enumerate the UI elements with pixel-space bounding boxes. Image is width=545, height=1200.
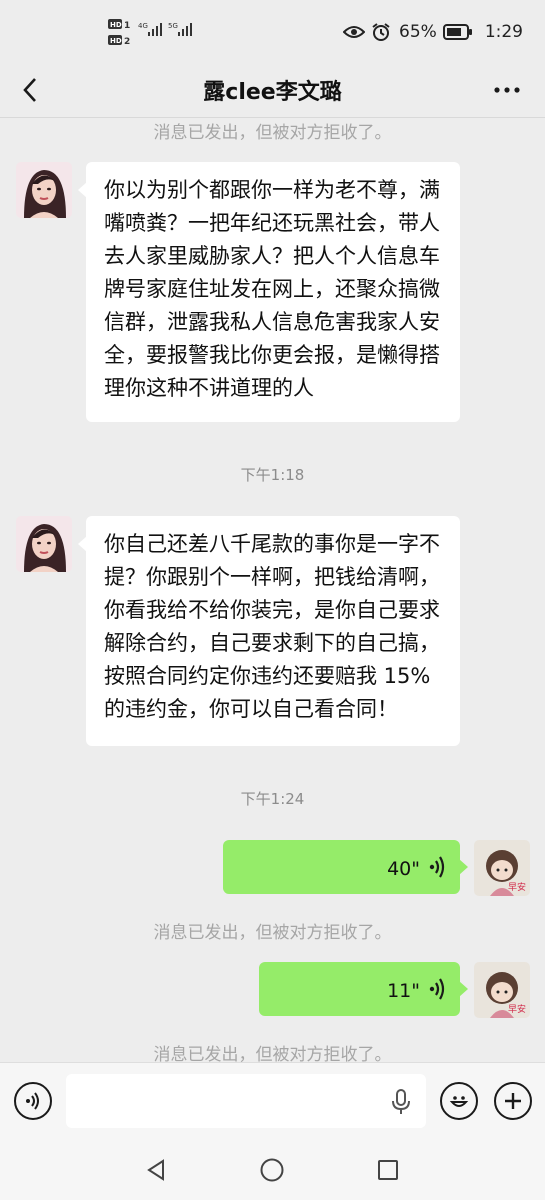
woman-portrait-icon: [16, 162, 72, 218]
woman-portrait-icon: [16, 516, 72, 572]
voice-duration: 11": [387, 980, 420, 1002]
system-recents-button[interactable]: [375, 1157, 401, 1183]
svg-text:HD: HD: [110, 21, 122, 29]
mic-icon[interactable]: [390, 1088, 412, 1116]
chat-area[interactable]: 消息已发出，但被对方拒收了。 你以为别个都跟你一样为老不尊，满嘴喷粪？一把年纪还…: [0, 118, 545, 1062]
chat-header: 露clee李文璐: [0, 62, 545, 118]
battery-icon: [442, 24, 472, 40]
emoji-icon: [449, 1096, 469, 1107]
svg-text:5G: 5G: [168, 22, 178, 30]
svg-text:HD: HD: [110, 37, 122, 45]
voice-message[interactable]: 40": [223, 840, 468, 894]
incoming-message[interactable]: 你以为别个都跟你一样为老不尊，满嘴喷粪？一把年纪还玩黑社会，带人去人家里威胁家人…: [78, 162, 460, 422]
voice-mode-icon: [26, 1092, 39, 1110]
timestamp: 下午1:24: [240, 790, 305, 808]
svg-text:2: 2: [124, 37, 130, 47]
system-home-button[interactable]: [259, 1157, 285, 1183]
input-bar: [0, 1062, 545, 1140]
eye-icon: [343, 26, 366, 38]
svg-text:1: 1: [124, 21, 130, 31]
back-triangle-icon: [147, 1159, 164, 1181]
contact-avatar[interactable]: [16, 516, 72, 572]
status-right: 65% 1:29: [343, 22, 523, 42]
home-circle-icon: [260, 1158, 284, 1182]
signal-icon: HD 1 HD 2 4G 5G: [108, 19, 192, 47]
voice-wave-icon: [429, 856, 445, 878]
voice-message[interactable]: 11": [259, 962, 468, 1016]
incoming-message[interactable]: 你自己还差八千尾款的事你是一字不提？你跟别个一样啊，把钱给清啊，你看我给不给你装…: [78, 516, 460, 746]
status-bar: HD 1 HD 2 4G 5G 65% 1:29: [0, 0, 545, 62]
emoji-button[interactable]: [440, 1082, 478, 1120]
system-nav-bar: [0, 1140, 545, 1200]
timestamp: 下午1:18: [240, 466, 305, 484]
contact-avatar[interactable]: [16, 162, 72, 218]
cartoon-girl-icon: 早安: [474, 840, 530, 896]
alarm-icon: [372, 23, 390, 41]
plus-icon: [505, 1093, 521, 1109]
chat-title: 露clee李文璐: [203, 80, 342, 105]
voice-mode-button[interactable]: [14, 1082, 52, 1120]
recents-square-icon: [378, 1160, 398, 1180]
message-input[interactable]: [66, 1074, 426, 1128]
svg-text:早安: 早安: [508, 1003, 526, 1015]
rejected-notice: 消息已发出，但被对方拒收了。: [153, 123, 392, 143]
plus-button[interactable]: [494, 1082, 532, 1120]
svg-text:早安: 早安: [508, 881, 526, 893]
self-avatar[interactable]: 早安: [474, 840, 530, 896]
system-back-button[interactable]: [143, 1157, 169, 1183]
more-icon: [494, 87, 520, 93]
rejected-notice: 消息已发出，但被对方拒收了。: [153, 923, 392, 943]
voice-duration: 40": [387, 858, 420, 880]
battery-percent: 65%: [399, 22, 437, 42]
rejected-notice: 消息已发出，但被对方拒收了。: [153, 1045, 392, 1062]
cartoon-girl-icon: 早安: [474, 962, 530, 1018]
more-button[interactable]: [489, 76, 525, 104]
svg-text:4G: 4G: [138, 22, 148, 30]
voice-wave-icon: [429, 978, 445, 1000]
self-avatar[interactable]: 早安: [474, 962, 530, 1018]
status-time: 1:29: [484, 22, 523, 42]
signal-indicators: HD 1 HD 2 4G 5G: [108, 18, 208, 50]
